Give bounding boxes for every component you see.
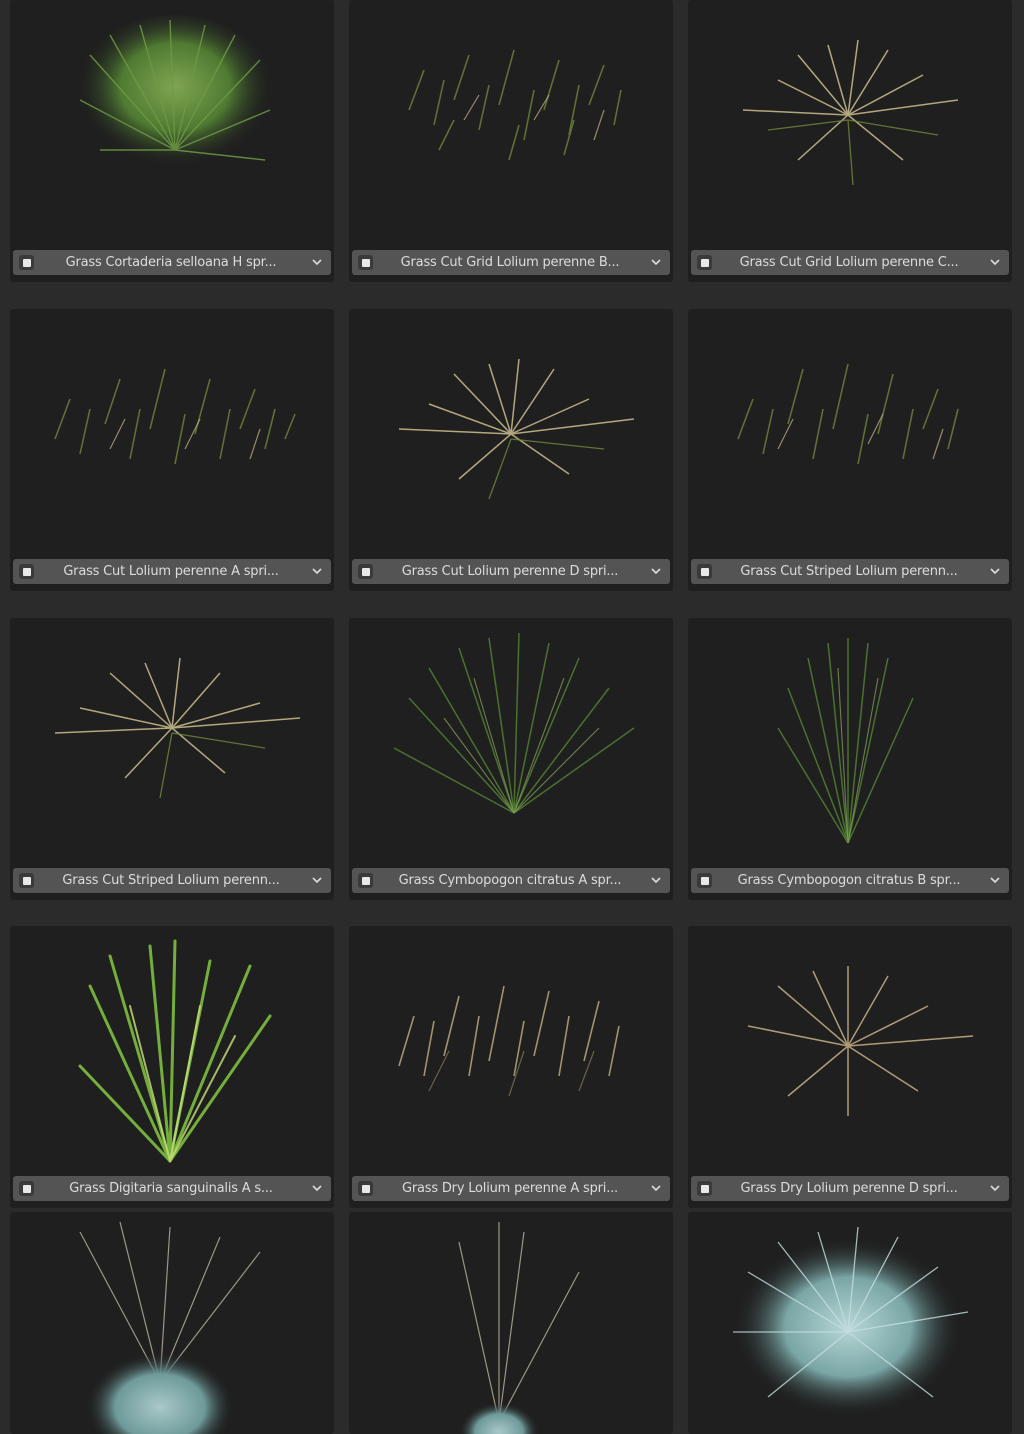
asset-name: Grass Digitaria sanguinalis A s... — [69, 1181, 273, 1196]
asset-tile[interactable]: Grass Dry Lolium perenne D spri... — [688, 926, 1012, 1208]
asset-name: Grass Cut Lolium perenne D spri... — [401, 564, 619, 579]
asset-name: Grass Cut Lolium perenne A spri... — [63, 564, 279, 579]
asset-tile[interactable]: Grass Cut Striped Lolium perenn... — [688, 309, 1012, 591]
asset-tile[interactable]: Grass Cut Striped Lolium perenn... — [10, 618, 334, 900]
asset-thumbnail[interactable] — [349, 0, 673, 246]
asset-tile[interactable] — [688, 1212, 1012, 1434]
checkbox-icon[interactable] — [697, 564, 712, 579]
asset-name: Grass Cortaderia selloana H spr... — [65, 255, 277, 270]
checkbox-icon[interactable] — [697, 1181, 712, 1196]
asset-name: Grass Dry Lolium perenne A spri... — [402, 1181, 618, 1196]
asset-name: Grass Cut Grid Lolium perenne B... — [400, 255, 620, 270]
asset-tile[interactable]: Grass Cortaderia selloana H spr... — [10, 0, 334, 282]
checkbox-icon[interactable] — [19, 564, 34, 579]
asset-tile[interactable]: Grass Cut Grid Lolium perenne B... — [349, 0, 673, 282]
chevron-down-icon[interactable] — [311, 565, 323, 577]
asset-browser-grid: Grass Cortaderia selloana H spr... Grass… — [0, 0, 1024, 1434]
checkbox-icon[interactable] — [697, 873, 712, 888]
checkbox-icon[interactable] — [697, 255, 712, 270]
chevron-down-icon[interactable] — [311, 1182, 323, 1194]
checkbox-icon[interactable] — [19, 1181, 34, 1196]
asset-thumbnail[interactable] — [688, 1212, 1012, 1434]
checkbox-icon[interactable] — [19, 255, 34, 270]
asset-name: Grass Cut Striped Lolium perenn... — [62, 873, 280, 888]
asset-thumbnail[interactable] — [349, 309, 673, 555]
asset-name: Grass Cut Striped Lolium perenn... — [740, 564, 958, 579]
asset-thumbnail[interactable] — [688, 618, 1012, 864]
asset-tile[interactable]: Grass Cut Grid Lolium perenne C... — [688, 0, 1012, 282]
asset-label-bar[interactable]: Grass Cymbopogon citratus B spr... — [691, 868, 1009, 893]
chevron-down-icon[interactable] — [311, 874, 323, 886]
asset-label-bar[interactable]: Grass Digitaria sanguinalis A s... — [13, 1176, 331, 1201]
asset-thumbnail[interactable] — [10, 309, 334, 555]
chevron-down-icon[interactable] — [650, 256, 662, 268]
asset-name: Grass Dry Lolium perenne D spri... — [740, 1181, 958, 1196]
checkbox-icon[interactable] — [358, 873, 373, 888]
asset-label-bar[interactable]: Grass Cortaderia selloana H spr... — [13, 250, 331, 275]
checkbox-icon[interactable] — [358, 255, 373, 270]
asset-tile[interactable] — [10, 1212, 334, 1434]
asset-label-bar[interactable]: Grass Cut Grid Lolium perenne C... — [691, 250, 1009, 275]
checkbox-icon[interactable] — [19, 873, 34, 888]
chevron-down-icon[interactable] — [989, 565, 1001, 577]
asset-label-bar[interactable]: Grass Cut Striped Lolium perenn... — [691, 559, 1009, 584]
asset-label-bar[interactable]: Grass Cymbopogon citratus A spr... — [352, 868, 670, 893]
asset-thumbnail[interactable] — [688, 309, 1012, 555]
asset-tile[interactable]: Grass Cymbopogon citratus A spr... — [349, 618, 673, 900]
asset-label-bar[interactable]: Grass Cut Lolium perenne D spri... — [352, 559, 670, 584]
chevron-down-icon[interactable] — [989, 1182, 1001, 1194]
asset-tile[interactable] — [349, 1212, 673, 1434]
asset-tile[interactable]: Grass Cut Lolium perenne A spri... — [10, 309, 334, 591]
asset-thumbnail[interactable] — [688, 926, 1012, 1172]
asset-label-bar[interactable]: Grass Cut Lolium perenne A spri... — [13, 559, 331, 584]
asset-thumbnail[interactable] — [10, 926, 334, 1172]
asset-label-bar[interactable]: Grass Cut Grid Lolium perenne B... — [352, 250, 670, 275]
chevron-down-icon[interactable] — [989, 256, 1001, 268]
chevron-down-icon[interactable] — [650, 1182, 662, 1194]
asset-tile[interactable]: Grass Digitaria sanguinalis A s... — [10, 926, 334, 1208]
checkbox-icon[interactable] — [358, 564, 373, 579]
asset-thumbnail[interactable] — [10, 0, 334, 246]
asset-thumbnail[interactable] — [349, 1212, 673, 1434]
asset-tile[interactable]: Grass Cymbopogon citratus B spr... — [688, 618, 1012, 900]
asset-tile[interactable]: Grass Cut Lolium perenne D spri... — [349, 309, 673, 591]
asset-thumbnail[interactable] — [349, 926, 673, 1172]
asset-tile[interactable]: Grass Dry Lolium perenne A spri... — [349, 926, 673, 1208]
asset-thumbnail[interactable] — [349, 618, 673, 864]
asset-thumbnail[interactable] — [10, 618, 334, 864]
asset-name: Grass Cut Grid Lolium perenne C... — [739, 255, 959, 270]
asset-label-bar[interactable]: Grass Dry Lolium perenne A spri... — [352, 1176, 670, 1201]
asset-name: Grass Cymbopogon citratus A spr... — [398, 873, 622, 888]
chevron-down-icon[interactable] — [650, 565, 662, 577]
checkbox-icon[interactable] — [358, 1181, 373, 1196]
asset-name: Grass Cymbopogon citratus B spr... — [737, 873, 961, 888]
chevron-down-icon[interactable] — [650, 874, 662, 886]
asset-label-bar[interactable]: Grass Dry Lolium perenne D spri... — [691, 1176, 1009, 1201]
chevron-down-icon[interactable] — [311, 256, 323, 268]
asset-thumbnail[interactable] — [688, 0, 1012, 246]
asset-label-bar[interactable]: Grass Cut Striped Lolium perenn... — [13, 868, 331, 893]
asset-thumbnail[interactable] — [10, 1212, 334, 1434]
chevron-down-icon[interactable] — [989, 874, 1001, 886]
